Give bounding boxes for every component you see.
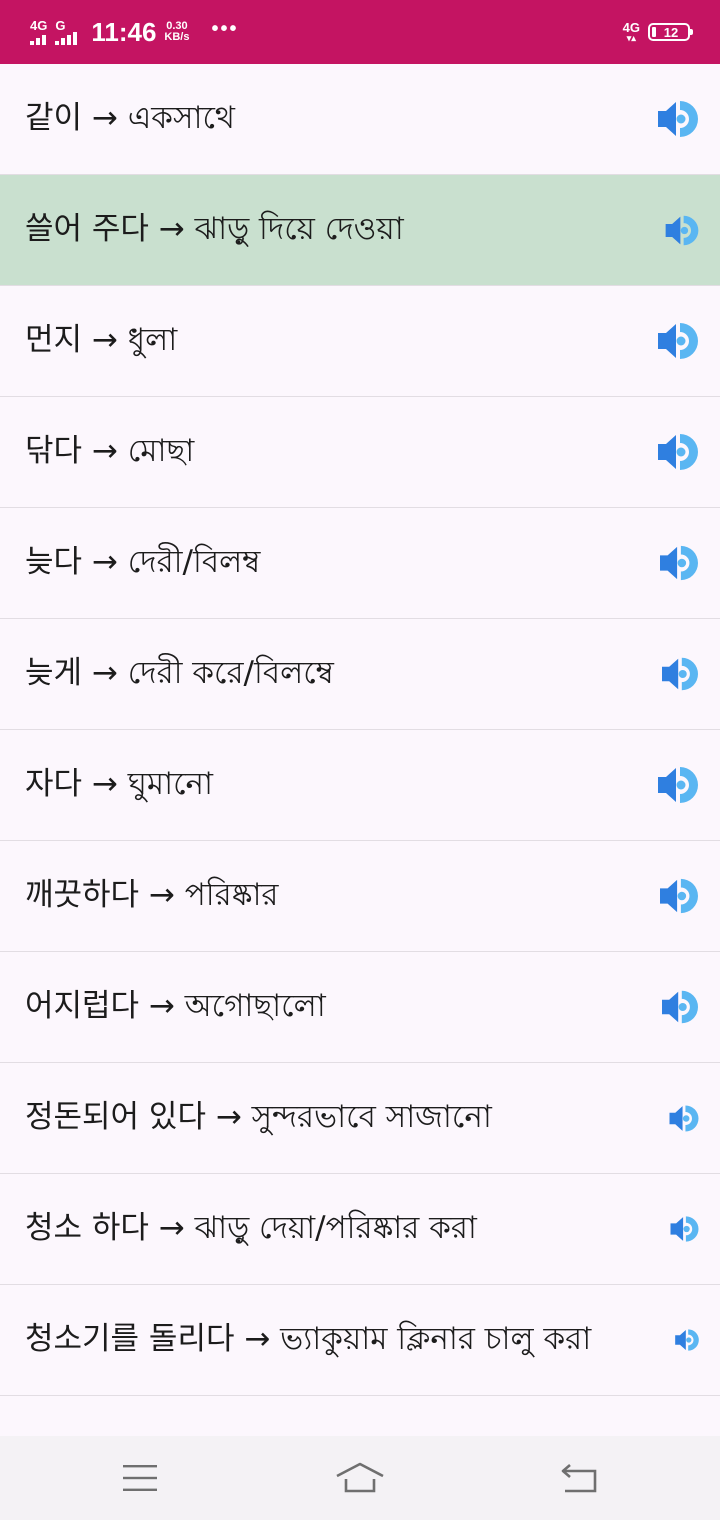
- play-audio-button[interactable]: [658, 877, 700, 915]
- speaker-icon: [675, 1329, 699, 1351]
- phrase-list: 같이 → একসাথে 쓸어 주다 → ঝাড়ু দিয়ে দেওয়া 먼지 …: [0, 64, 720, 1396]
- play-audio-button[interactable]: [656, 765, 700, 805]
- phrase-text: 같이 → একসাথে: [25, 100, 235, 136]
- sim1-network-label: 4G: [30, 18, 48, 33]
- battery-icon: 12: [648, 23, 693, 41]
- phrase-text: 자다 → ঘুমানো: [25, 766, 214, 802]
- phrase-text: 닦다 → মোছা: [25, 433, 195, 469]
- phrase-text: 어지럽다 → অগোছালো: [25, 988, 326, 1024]
- sim2-signal-icon: G: [55, 18, 78, 45]
- phrase-text: 늦다 → দেরী/বিলম্ব: [25, 544, 261, 580]
- play-audio-button[interactable]: [660, 656, 700, 692]
- menu-icon: [123, 1465, 157, 1491]
- play-audio-button[interactable]: [669, 1215, 700, 1243]
- phrase-row[interactable]: 청소 하다 → ঝাড়ু দেয়া/পরিষ্কার করা: [0, 1174, 720, 1285]
- phrase-row[interactable]: 청소기를 돌리다 → ভ্যাকুয়াম ক্লিনার চালু করা: [0, 1285, 720, 1396]
- speaker-icon: [660, 878, 698, 914]
- phrase-text: 청소 하다 → ঝাড়ু দেয়া/পরিষ্কার করা: [25, 1210, 477, 1246]
- menu-button[interactable]: [80, 1436, 200, 1520]
- speaker-icon: [658, 101, 698, 137]
- phrase-row[interactable]: 늦다 → দেরী/বিলম্ব: [0, 508, 720, 619]
- sim2-network-label: G: [55, 18, 66, 33]
- data-network-icon: 4G ▾▴: [622, 19, 640, 43]
- home-button[interactable]: [300, 1436, 420, 1520]
- phrase-row[interactable]: 깨끗하다 → পরিষ্কার: [0, 841, 720, 952]
- phrase-text: 먼지 → ধুলা: [25, 322, 178, 358]
- phrase-text: 깨끗하다 → পরিষ্কার: [25, 877, 279, 913]
- play-audio-button[interactable]: [668, 1104, 700, 1133]
- play-audio-button[interactable]: [656, 321, 700, 361]
- play-audio-button[interactable]: [674, 1328, 700, 1352]
- play-audio-button[interactable]: [664, 214, 700, 247]
- phrase-row[interactable]: 자다 → ঘুমানো: [0, 730, 720, 841]
- speaker-icon: [669, 1104, 699, 1132]
- phrase-row[interactable]: 쓸어 주다 → ঝাড়ু দিয়ে দেওয়া: [0, 175, 720, 286]
- play-audio-button[interactable]: [656, 432, 700, 472]
- speaker-icon: [670, 1216, 699, 1242]
- phrase-row[interactable]: 먼지 → ধুলা: [0, 286, 720, 397]
- phrase-row[interactable]: 늦게 → দেরী করে/বিলম্বে: [0, 619, 720, 730]
- play-audio-button[interactable]: [660, 989, 700, 1025]
- speaker-icon: [662, 657, 698, 691]
- play-audio-button[interactable]: [656, 99, 700, 139]
- speaker-icon: [658, 434, 698, 470]
- back-icon: [561, 1464, 597, 1493]
- phrase-text: 청소기를 돌리다 → ভ্যাকুয়াম ক্লিনার চালু করা: [25, 1321, 592, 1357]
- data-network-label: 4G: [622, 19, 640, 35]
- phrase-text: 쓸어 주다 → ঝাড়ু দিয়ে দেওয়া: [25, 211, 404, 247]
- more-notifications-icon: •••: [211, 17, 239, 40]
- status-right: 4G ▾▴ 12: [622, 0, 693, 64]
- phrase-row[interactable]: 같이 → একসাথে: [0, 64, 720, 175]
- sim1-signal-icon: 4G: [30, 19, 47, 45]
- battery-level: 12: [663, 24, 679, 40]
- status-bar: 4G G 11:46 0.30 KB/s ••• 4G ▾▴ 12: [0, 0, 720, 64]
- play-audio-button[interactable]: [658, 544, 700, 582]
- phrase-row[interactable]: 닦다 → মোছা: [0, 397, 720, 508]
- speaker-icon: [658, 323, 698, 359]
- phrase-row[interactable]: 정돈되어 있다 → সুন্দরভাবে সাজানো: [0, 1063, 720, 1174]
- home-icon: [336, 1462, 384, 1493]
- network-speed: 0.30 KB/s: [164, 21, 189, 43]
- phrase-text: 늦게 → দেরী করে/বিলম্বে: [25, 655, 334, 691]
- clock: 11:46: [91, 16, 157, 47]
- speaker-icon: [665, 215, 699, 245]
- back-button[interactable]: [520, 1436, 640, 1520]
- status-left: 4G G 11:46 0.30 KB/s •••: [30, 0, 239, 64]
- phrase-text: 정돈되어 있다 → সুন্দরভাবে সাজানো: [25, 1099, 492, 1135]
- speaker-icon: [658, 767, 698, 803]
- speaker-icon: [662, 990, 698, 1024]
- speaker-icon: [660, 545, 698, 581]
- phrase-row[interactable]: 어지럽다 → অগোছালো: [0, 952, 720, 1063]
- speed-unit: KB/s: [164, 31, 190, 43]
- navigation-bar: [0, 1436, 720, 1520]
